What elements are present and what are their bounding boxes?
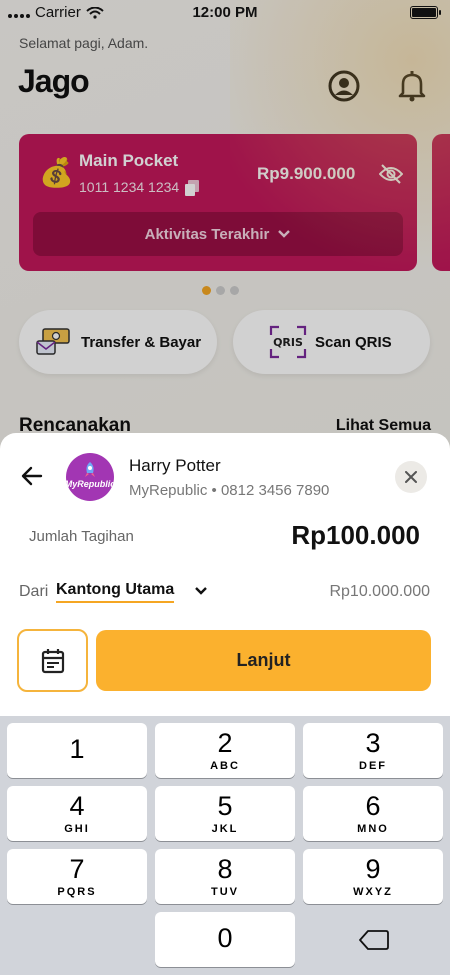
payee-name: Harry Potter: [129, 456, 221, 475]
back-arrow-icon[interactable]: [20, 464, 44, 488]
battery-icon: [410, 6, 441, 19]
key-letters: TUV: [211, 886, 239, 898]
key-8[interactable]: 8 TUV: [155, 849, 295, 904]
status-time: 12:00 PM: [192, 4, 258, 21]
key-3[interactable]: 3 DEF: [303, 723, 443, 778]
bill-amount-label: Jumlah Tagihan: [29, 528, 134, 545]
schedule-button[interactable]: [17, 629, 88, 692]
payee-avatar: MyRepublic: [66, 453, 114, 501]
key-digit: 8: [217, 854, 233, 884]
calendar-icon: [41, 648, 64, 673]
status-bar: Carrier 12:00 PM: [0, 0, 450, 24]
numeric-keypad: 1 2 ABC 3 DEF 4 GHI 5 JKL 6 MNO 7 PQRS 8…: [0, 716, 450, 975]
bill-amount-value: Rp100.000: [291, 520, 420, 550]
key-9[interactable]: 9 WXYZ: [303, 849, 443, 904]
key-letters: DEF: [359, 760, 387, 772]
key-digit: 4: [69, 791, 85, 821]
payee-subtitle: MyRepublic • 0812 3456 7890: [129, 482, 330, 499]
key-0[interactable]: 0: [155, 912, 295, 967]
key-digit: 2: [217, 728, 233, 758]
rocket-icon: [85, 462, 95, 477]
from-label: Dari: [19, 583, 49, 600]
bill-payment-sheet: MyRepublic Harry Potter MyRepublic • 081…: [0, 433, 450, 716]
key-digit: 0: [217, 923, 233, 953]
key-7[interactable]: 7 PQRS: [7, 849, 147, 904]
key-digit: 9: [365, 854, 381, 884]
source-pocket-balance: Rp10.000.000: [329, 583, 430, 600]
key-letters: GHI: [64, 823, 90, 835]
key-letters: ABC: [210, 760, 240, 772]
key-digit: 7: [69, 854, 85, 884]
continue-button[interactable]: Lanjut: [96, 630, 431, 691]
payee-avatar-label: MyRepublic: [66, 479, 114, 489]
key-6[interactable]: 6 MNO: [303, 786, 443, 841]
close-icon: [405, 471, 417, 483]
key-digit: 1: [69, 734, 85, 764]
key-letters: WXYZ: [353, 886, 393, 898]
key-2[interactable]: 2 ABC: [155, 723, 295, 778]
key-letters: PQRS: [57, 886, 97, 898]
key-digit: 6: [365, 791, 381, 821]
key-digit: 3: [365, 728, 381, 758]
key-letters: JKL: [211, 823, 239, 835]
close-button[interactable]: [395, 461, 427, 493]
chevron-down-icon[interactable]: [194, 586, 208, 596]
key-digit: 5: [217, 791, 233, 821]
key-4[interactable]: 4 GHI: [7, 786, 147, 841]
key-1[interactable]: 1: [7, 723, 147, 778]
source-pocket-select[interactable]: Kantong Utama: [56, 581, 175, 603]
key-letters: MNO: [357, 823, 389, 835]
key-5[interactable]: 5 JKL: [155, 786, 295, 841]
delete-key[interactable]: [303, 912, 443, 967]
backspace-icon: [359, 930, 389, 950]
